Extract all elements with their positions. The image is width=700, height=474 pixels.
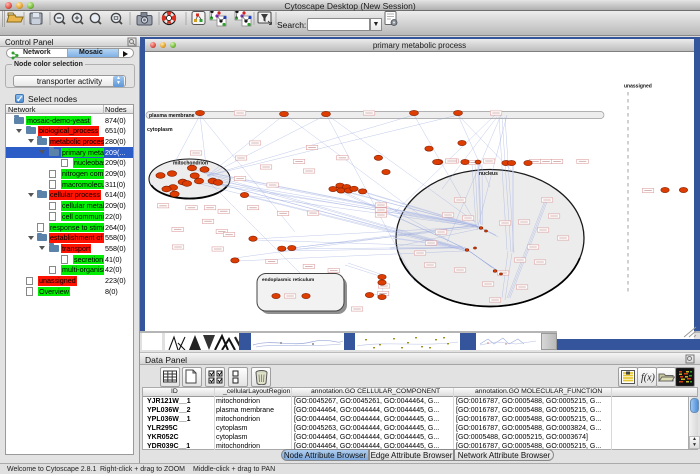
svg-text:nucleus: nucleus bbox=[479, 171, 498, 177]
svg-text:plasma membrane: plasma membrane bbox=[149, 113, 195, 119]
svg-text:endoplasmic reticulum: endoplasmic reticulum bbox=[262, 277, 314, 283]
svg-text:f(x): f(x) bbox=[641, 373, 655, 384]
svg-text:cytoplasm: cytoplasm bbox=[147, 127, 173, 133]
svg-text:unassigned: unassigned bbox=[624, 84, 652, 90]
